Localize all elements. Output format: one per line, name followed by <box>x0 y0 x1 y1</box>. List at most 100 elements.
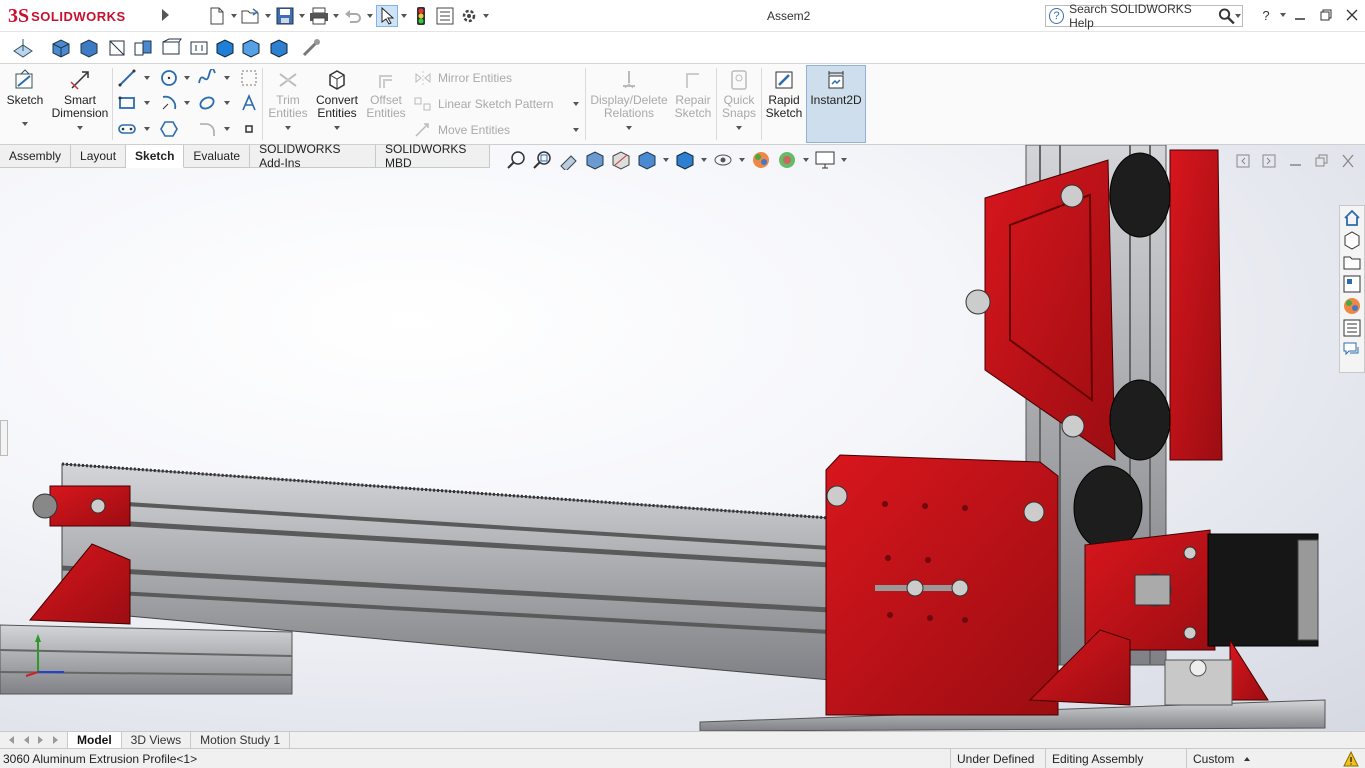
tab-model[interactable]: Model <box>68 731 122 749</box>
view-orientation-icon[interactable] <box>636 150 658 170</box>
line-icon[interactable] <box>118 69 136 87</box>
options-icon[interactable] <box>458 5 480 27</box>
tab-layout[interactable]: Layout <box>71 145 127 168</box>
pattern-dropdown[interactable] <box>573 102 579 106</box>
trim-dropdown[interactable] <box>285 126 291 130</box>
rebuild-warning-icon[interactable] <box>1343 751 1359 767</box>
print-dropdown[interactable] <box>332 5 340 27</box>
new-document-icon[interactable] <box>206 5 228 27</box>
select-dropdown[interactable] <box>400 5 408 27</box>
base-extrusion-left[interactable] <box>0 624 293 695</box>
collapse-left-icon[interactable] <box>1235 153 1253 169</box>
prev-tab-icon[interactable] <box>23 736 29 744</box>
text-icon[interactable] <box>240 94 258 112</box>
carriage-plate-upper[interactable] <box>984 159 1116 461</box>
rebuild-icon[interactable] <box>410 5 432 27</box>
undo-dropdown[interactable] <box>366 5 374 27</box>
doc-minimize-icon[interactable] <box>1287 153 1305 169</box>
sketch-dropdown[interactable] <box>22 122 28 126</box>
close-icon[interactable] <box>1339 4 1365 26</box>
view-orientation-dropdown[interactable] <box>662 149 670 171</box>
move-component-icon[interactable] <box>188 37 210 59</box>
help-search[interactable]: ? Search SOLIDWORKS Help <box>1045 2 1243 30</box>
search-dropdown[interactable] <box>1235 5 1242 27</box>
tab-3d-views[interactable]: 3D Views <box>122 731 192 749</box>
component-preview-icon[interactable] <box>106 37 128 59</box>
spline-icon[interactable] <box>198 69 216 87</box>
open-dropdown[interactable] <box>264 5 272 27</box>
last-tab-icon[interactable] <box>53 736 59 744</box>
new-motion-study-icon[interactable] <box>300 37 322 59</box>
display-style-dropdown[interactable] <box>700 149 708 171</box>
move-dropdown[interactable] <box>573 128 579 132</box>
doc-close-icon[interactable] <box>1339 153 1357 169</box>
help-icon[interactable]: ? <box>1253 4 1279 26</box>
open-icon[interactable] <box>240 5 262 27</box>
sketch-grid-icon[interactable] <box>240 69 258 87</box>
ellipse-icon[interactable] <box>198 94 216 112</box>
apply-scene-icon[interactable] <box>776 150 798 170</box>
tab-sketch[interactable]: Sketch <box>126 145 185 168</box>
menu-expand-arrow-icon[interactable] <box>162 9 169 21</box>
assembly-features-icon[interactable] <box>240 37 262 59</box>
first-tab-icon[interactable] <box>8 736 14 744</box>
insert-component-icon[interactable] <box>50 37 72 59</box>
solidworks-logo[interactable]: 3S SOLIDWORKS <box>8 4 158 28</box>
quick-snaps-dropdown[interactable] <box>736 126 742 130</box>
help-dropdown[interactable] <box>1279 4 1287 26</box>
tab-solidworks-add-ins[interactable]: SOLIDWORKS Add-Ins <box>250 142 377 170</box>
idler-bracket[interactable] <box>49 485 131 527</box>
circle-icon[interactable] <box>160 69 178 87</box>
reference-geometry-icon[interactable] <box>268 37 290 59</box>
linear-pattern-icon[interactable] <box>132 37 154 59</box>
slot-icon[interactable] <box>118 120 136 138</box>
help-search-placeholder[interactable]: Search SOLIDWORKS Help <box>1069 2 1210 30</box>
assembly-model[interactable] <box>0 145 1365 731</box>
previous-view-icon[interactable] <box>558 150 580 170</box>
restore-icon[interactable] <box>1313 4 1339 26</box>
next-tab-icon[interactable] <box>38 736 44 744</box>
section-view-icon[interactable] <box>584 150 606 170</box>
linear-sketch-pattern-button[interactable]: Linear Sketch Pattern <box>414 96 553 112</box>
zoom-to-fit-icon[interactable] <box>506 150 528 170</box>
rapid-sketch-button[interactable]: Rapid Sketch <box>764 68 804 120</box>
show-hidden-icon[interactable] <box>214 37 236 59</box>
print-icon[interactable] <box>308 5 330 27</box>
smart-dimension-button[interactable]: Smart Dimension <box>50 68 110 130</box>
new-dropdown[interactable] <box>230 5 238 27</box>
search-icon[interactable] <box>1218 7 1235 25</box>
rectangle-dropdown[interactable] <box>144 101 150 105</box>
slot-dropdown[interactable] <box>144 127 150 131</box>
polygon-icon[interactable] <box>160 120 178 138</box>
ellipse-dropdown[interactable] <box>224 101 230 105</box>
home-icon[interactable] <box>1342 208 1362 228</box>
mirror-entities-button[interactable]: Mirror Entities <box>414 70 512 86</box>
point-icon[interactable] <box>240 120 258 138</box>
options-dropdown[interactable] <box>482 5 490 27</box>
fillet-dropdown[interactable] <box>224 127 230 131</box>
tab-evaluate[interactable]: Evaluate <box>184 145 251 168</box>
convert-dropdown[interactable] <box>334 126 340 130</box>
save-icon[interactable] <box>274 5 296 27</box>
custom-properties-icon[interactable] <box>1342 318 1362 338</box>
sketch-button[interactable]: Sketch <box>6 68 44 126</box>
tab-assembly[interactable]: Assembly <box>0 145 72 168</box>
convert-entities-button[interactable]: Convert Entities <box>314 68 360 130</box>
save-dropdown[interactable] <box>298 5 306 27</box>
forum-icon[interactable] <box>1342 340 1362 360</box>
tab-motion-study-1[interactable]: Motion Study 1 <box>191 731 291 749</box>
hide-show-icon[interactable] <box>712 150 734 170</box>
doc-restore-icon[interactable] <box>1313 153 1331 169</box>
select-icon[interactable] <box>376 5 398 27</box>
view-settings-dropdown[interactable] <box>840 149 848 171</box>
zoom-area-icon[interactable] <box>532 150 554 170</box>
feature-manager-toggle[interactable] <box>0 420 8 456</box>
arc-icon[interactable] <box>160 94 178 112</box>
apply-scene-dropdown[interactable] <box>802 149 810 171</box>
fillet-icon[interactable] <box>198 120 216 138</box>
minimize-icon[interactable] <box>1287 4 1313 26</box>
mate-icon[interactable] <box>78 37 100 59</box>
graphics-area[interactable] <box>0 145 1365 731</box>
quick-snaps-button[interactable]: Quick Snaps <box>720 68 758 130</box>
view-settings-icon[interactable] <box>814 150 836 170</box>
